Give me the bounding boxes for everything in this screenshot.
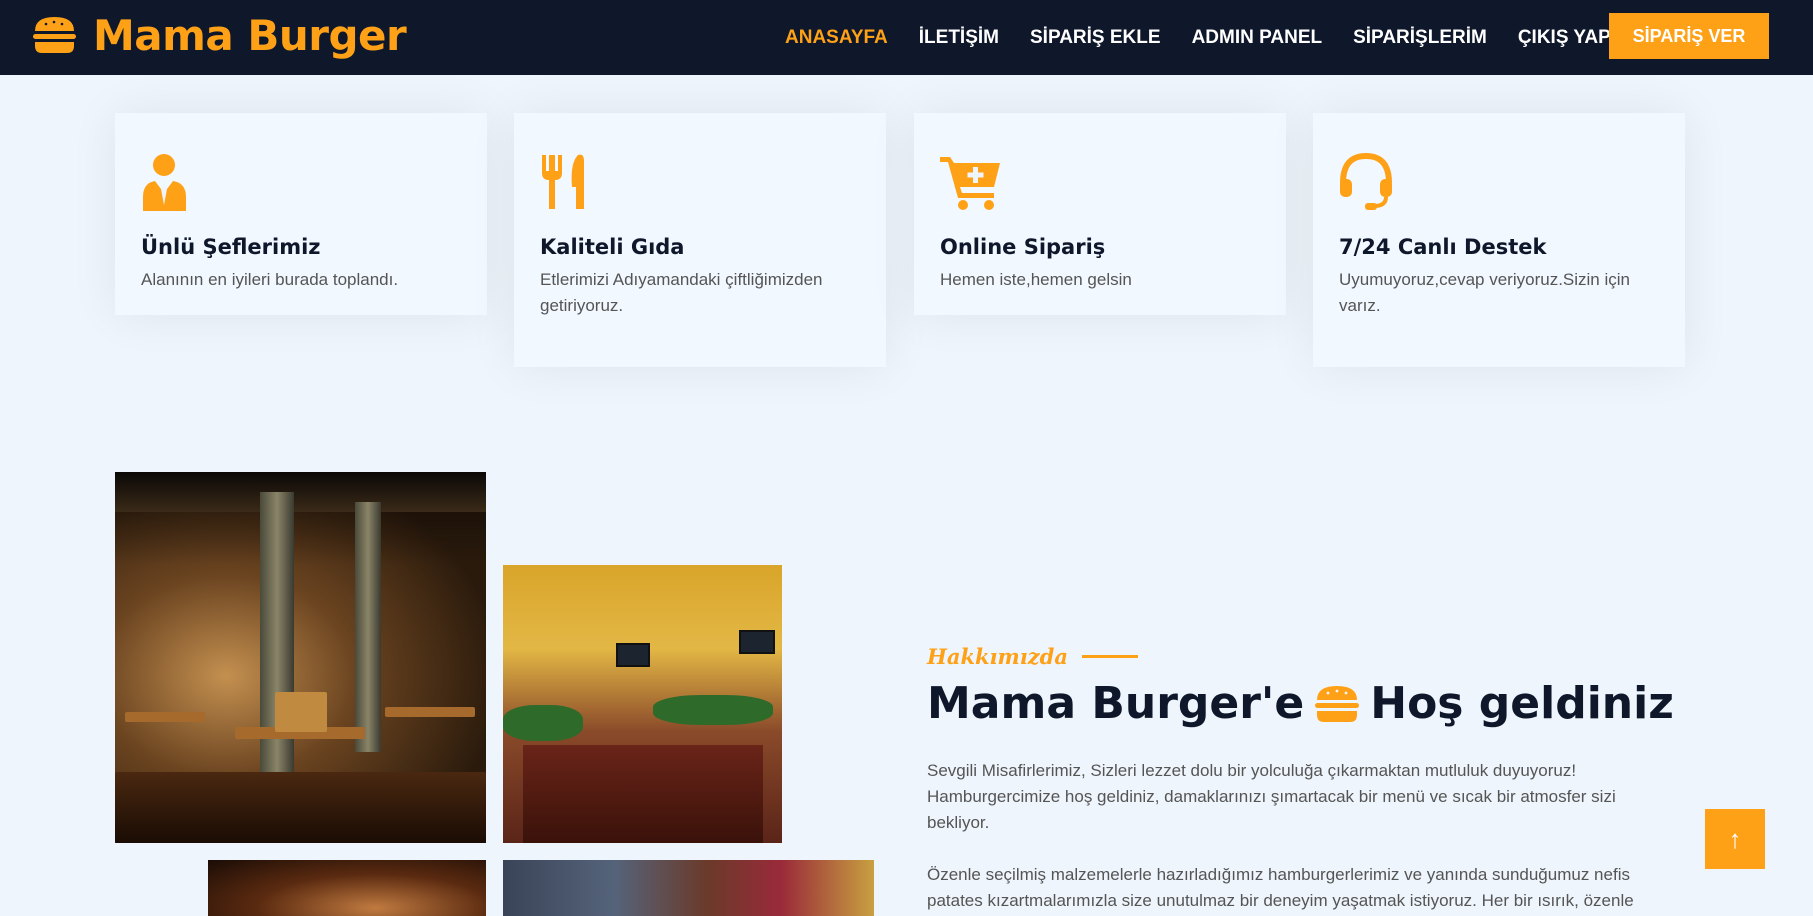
service-card-support: 7/24 Canlı Destek Uyumuyoruz,cevap veriy… (1313, 113, 1685, 367)
nav-link-admin-panel[interactable]: ADMIN PANEL (1192, 27, 1323, 49)
nav-link-my-orders[interactable]: SİPARİŞLERİM (1353, 27, 1487, 49)
nav-link-add-order[interactable]: SİPARİŞ EKLE (1030, 27, 1161, 49)
fruit-platter-photo (503, 860, 874, 916)
about-subtitle-text: Hakkımızda (927, 644, 1068, 669)
nav-link-logout[interactable]: ÇIKIŞ YAP (1518, 27, 1611, 49)
back-to-top-button[interactable]: ↑ (1705, 809, 1765, 869)
restaurant-interior-photo (115, 472, 486, 843)
headset-icon (1340, 153, 1392, 210)
nav-link-home[interactable]: ANASAYFA (785, 27, 888, 49)
chef-icon (143, 154, 186, 211)
service-card-chefs: Ünlü Şeflerimiz Alanının en iyileri bura… (115, 113, 487, 315)
restaurant-dining-photo (503, 565, 782, 843)
nav-link-contact[interactable]: İLETİŞİM (919, 27, 999, 49)
burger-icon (1315, 685, 1360, 722)
brand-logo[interactable]: Mama Burger (32, 10, 407, 60)
food-photo (208, 860, 486, 916)
service-card-online-order: Online Sipariş Hemen iste,hemen gelsin (914, 113, 1286, 315)
service-title: 7/24 Canlı Destek (1339, 235, 1547, 259)
service-title: Kaliteli Gıda (540, 235, 685, 259)
service-text: Alanının en iyileri burada toplandı. (141, 270, 399, 289)
about-title: Mama Burger'e Hoş geldiniz (927, 678, 1674, 729)
navbar: Mama Burger ANASAYFA İLETİŞİM SİPARİŞ EK… (0, 0, 1813, 75)
service-title: Online Sipariş (940, 235, 1106, 259)
about-title-before: Mama Burger'e (927, 678, 1305, 729)
utensils-icon (542, 154, 584, 209)
cart-plus-icon (940, 157, 1000, 210)
service-text: Uyumuyoruz,cevap veriyoruz.Sizin için va… (1339, 270, 1630, 315)
about-paragraph-1: Sevgili Misafirlerimiz, Sizleri lezzet d… (927, 761, 1616, 832)
subtitle-divider (1081, 655, 1138, 658)
brand-name: Mama Burger (93, 10, 407, 60)
service-text: Hemen iste,hemen gelsin (940, 270, 1132, 289)
service-title: Ünlü Şeflerimiz (141, 235, 321, 259)
service-card-quality-food: Kaliteli Gıda Etlerimizi Adıyamandaki çi… (514, 113, 886, 367)
arrow-up-icon: ↑ (1728, 823, 1742, 854)
about-title-after: Hoş geldiniz (1370, 678, 1674, 729)
service-text: Etlerimizi Adıyamandaki çiftliğimizden g… (540, 270, 823, 315)
about-paragraph-2: Özenle seçilmiş malzemelerle hazırladığı… (927, 865, 1634, 910)
place-order-button[interactable]: SİPARİŞ VER (1609, 13, 1769, 59)
nav-menu: ANASAYFA İLETİŞİM SİPARİŞ EKLE ADMIN PAN… (785, 0, 1642, 75)
burger-icon (33, 17, 76, 53)
about-subtitle: Hakkımızda (927, 644, 1138, 669)
